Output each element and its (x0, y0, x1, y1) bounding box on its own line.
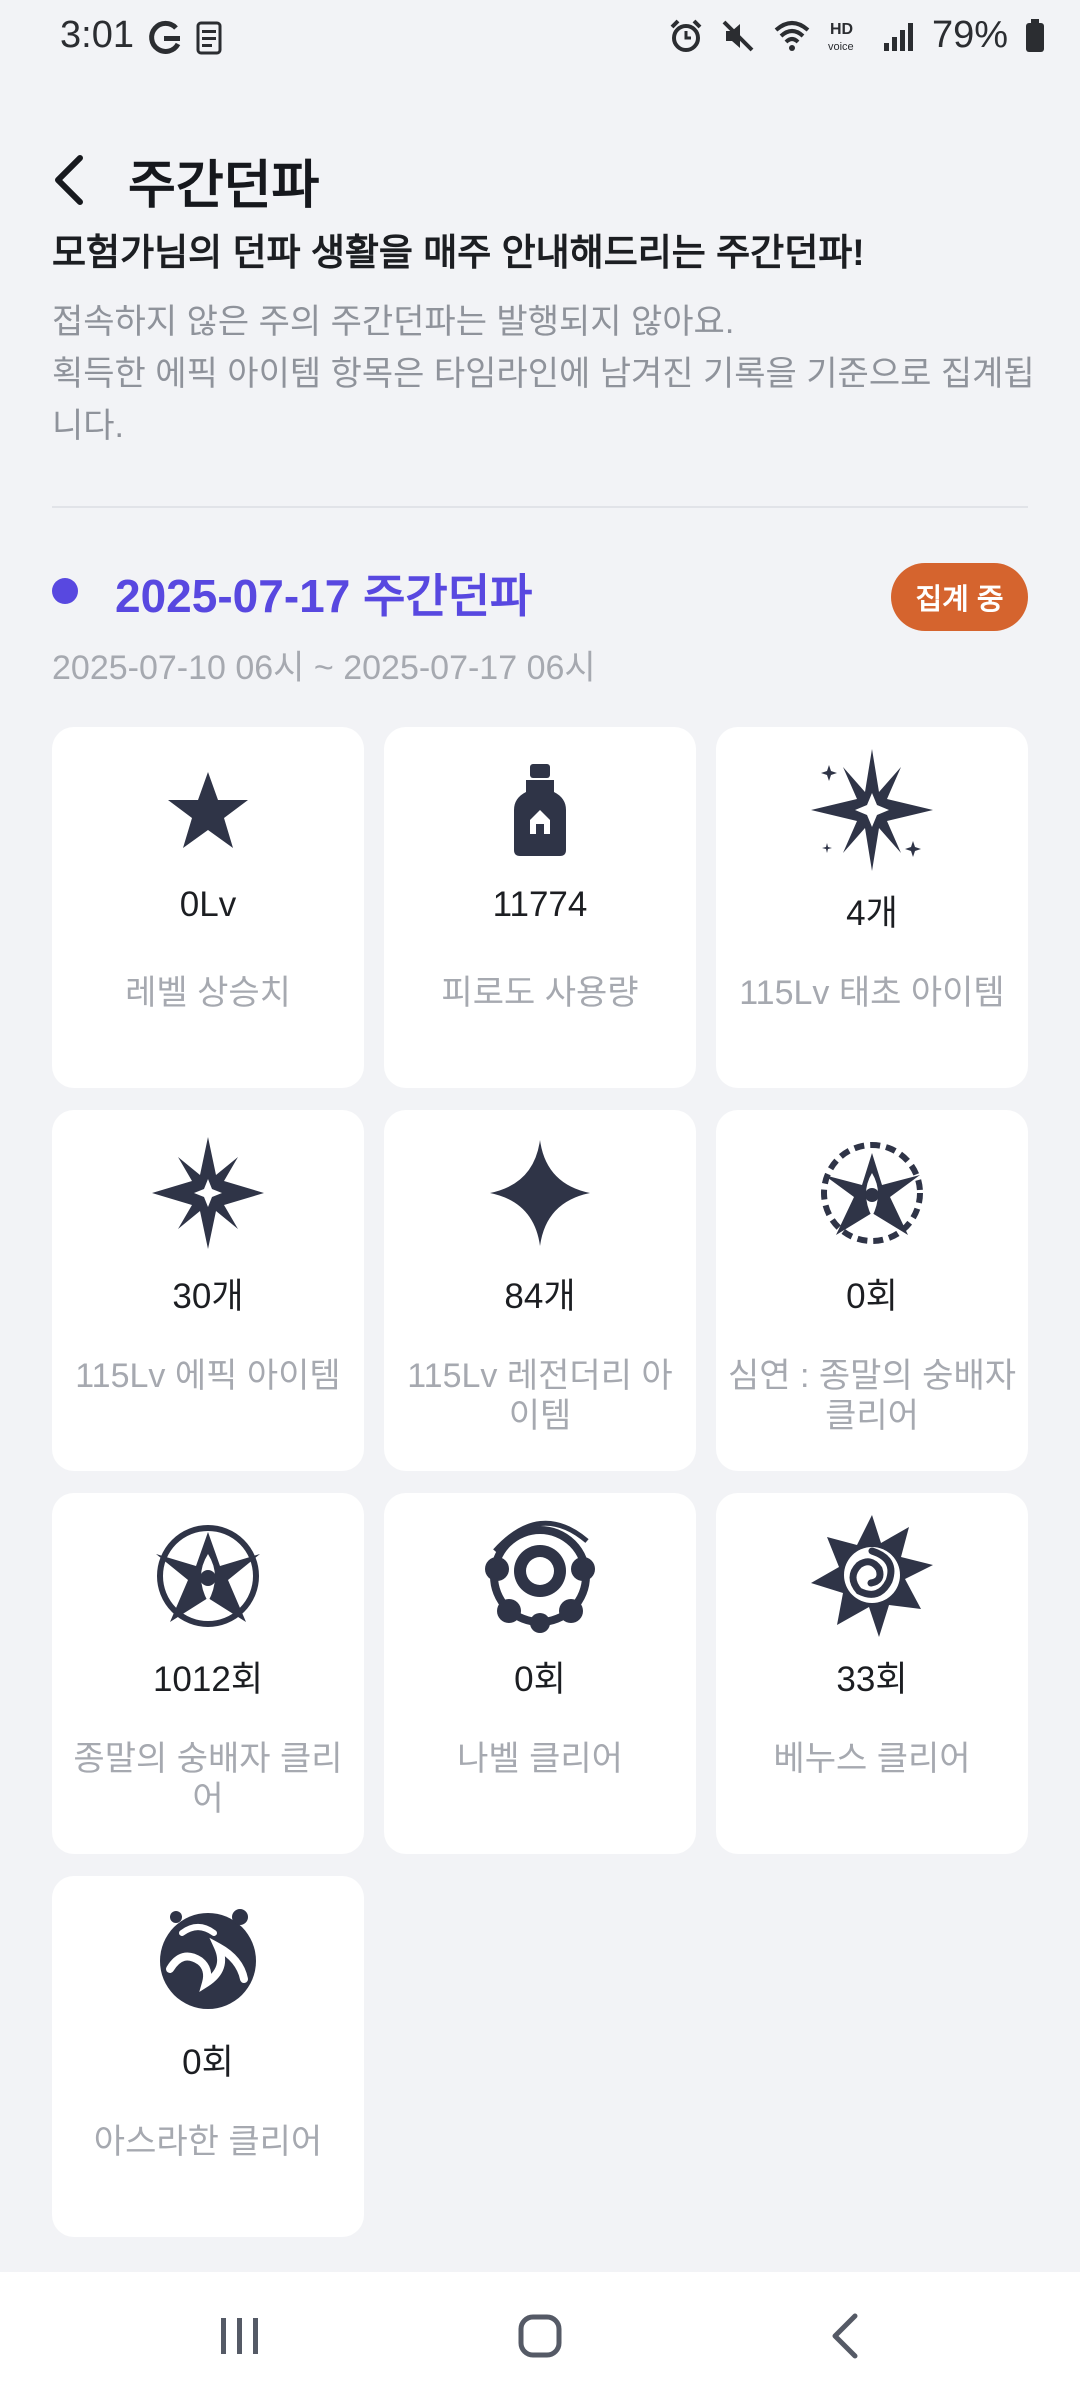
bill-letter-icon (196, 21, 222, 55)
home-button[interactable] (500, 2302, 580, 2370)
notice-line: 획득한 에픽 아이템 항목은 타임라인에 남겨진 기록을 기준으로 집계됩니다. (52, 355, 1035, 445)
svg-text:voice: voice (828, 41, 854, 53)
recent-apps-icon (221, 2318, 258, 2354)
stat-label: 나벨 클리어 (457, 1740, 623, 1778)
stat-card-level: 0Lv 레벨 상승치 (52, 727, 364, 1088)
stat-label: 115Lv 레전더리 아이템 (407, 1357, 673, 1435)
alarm-icon (670, 19, 702, 52)
stat-value: 1012회 (152, 1660, 264, 1699)
stat-value: 11774 (492, 885, 588, 924)
nav-back-button[interactable] (805, 2302, 885, 2370)
week-dot (52, 578, 78, 604)
four-point-star-icon (490, 1140, 590, 1246)
home-icon (518, 2314, 562, 2358)
stat-card-abyss-cult: 0회 심연 : 종말의 숭배자 클리어 (716, 1110, 1028, 1471)
stat-card-asrahan: 0회 아스라한 클리어 (52, 1876, 364, 2237)
page-header: 주간던파 (50, 140, 319, 220)
stat-card-cult: 1012회 종말의 숭배자 클리어 (52, 1493, 364, 1854)
stat-label: 115Lv 태초 아이템 (739, 974, 1005, 1012)
stats-grid: 0Lv 레벨 상승치 11774 피로도 사용량 4개 115Lv 태초 아이템… (52, 727, 1028, 2237)
recent-apps-button[interactable] (200, 2302, 280, 2370)
stat-label: 레벨 상승치 (125, 974, 291, 1012)
notice: 접속하지 않은 주의 주간던파는 발행되지 않아요. 획득한 에픽 아이템 항목… (52, 296, 1042, 452)
stat-value: 0회 (182, 2043, 234, 2082)
stat-card-venus: 33회 베누스 클리어 (716, 1493, 1028, 1854)
signal-icon (883, 22, 913, 51)
page-title: 주간던파 (128, 156, 320, 215)
back-button[interactable] (50, 150, 110, 210)
battery-percent: 79% (931, 14, 1008, 56)
g-icon (149, 20, 181, 54)
status-left-icons (146, 18, 222, 58)
stat-card-epic: 30개 115Lv 에픽 아이템 (52, 1110, 364, 1471)
status-bar: 3:01 HD voice 79% (0, 0, 1080, 76)
stat-card-legendary: 84개 115Lv 레전더리 아이템 (384, 1110, 696, 1471)
headline: 모험가님의 던파 생활을 매주 안내해드리는 주간던파! (52, 232, 865, 273)
star-icon (168, 772, 248, 848)
burst-star-icon (811, 749, 933, 871)
stat-label: 115Lv 에픽 아이템 (75, 1357, 341, 1395)
hd-voice-icon: HD voice (828, 21, 854, 53)
stat-value: 0회 (514, 1660, 566, 1699)
status-right-icons: HD voice 79% (668, 14, 1046, 57)
status-badge: 집계 중 (891, 563, 1028, 631)
asrahan-wave-icon (160, 1909, 256, 2009)
abyss-crest-icon (821, 1142, 923, 1244)
week-title: 2025-07-17 주간던파 (115, 570, 533, 622)
stat-value: 0Lv (179, 885, 237, 924)
stat-label: 베누스 클리어 (773, 1740, 971, 1778)
cult-crest-icon (156, 1525, 260, 1627)
system-nav-bar (0, 2272, 1080, 2400)
stat-value: 0회 (846, 1277, 898, 1316)
stat-label: 아스라한 클리어 (93, 2123, 323, 2161)
stat-label: 피로도 사용량 (441, 974, 639, 1012)
spiky-star-icon (152, 1137, 264, 1249)
stat-label: 종말의 숭배자 클리어 (73, 1740, 343, 1818)
nabel-orb-icon (485, 1520, 595, 1633)
status-time: 3:01 (60, 14, 134, 56)
stat-value: 4개 (846, 894, 898, 933)
back-icon (832, 2313, 858, 2359)
week-range: 2025-07-10 06시 ~ 2025-07-17 06시 (52, 649, 596, 687)
chevron-left-icon (55, 155, 83, 205)
divider (52, 506, 1028, 508)
venus-rose-icon (811, 1515, 933, 1637)
battery-icon (1026, 18, 1044, 52)
stat-card-nabel: 0회 나벨 클리어 (384, 1493, 696, 1854)
stat-value: 84개 (504, 1277, 576, 1316)
stat-value: 33회 (836, 1660, 908, 1699)
stat-value: 30개 (172, 1277, 244, 1316)
potion-bottle-icon (514, 764, 566, 856)
stat-label: 심연 : 종말의 숭배자 클리어 (727, 1357, 1017, 1435)
stat-card-primordial: 4개 115Lv 태초 아이템 (716, 727, 1028, 1088)
notice-line: 접속하지 않은 주의 주간던파는 발행되지 않아요. (52, 303, 735, 341)
mute-icon (722, 20, 754, 51)
svg-text:HD: HD (830, 21, 853, 38)
wifi-icon (774, 20, 810, 51)
stat-card-fatigue: 11774 피로도 사용량 (384, 727, 696, 1088)
